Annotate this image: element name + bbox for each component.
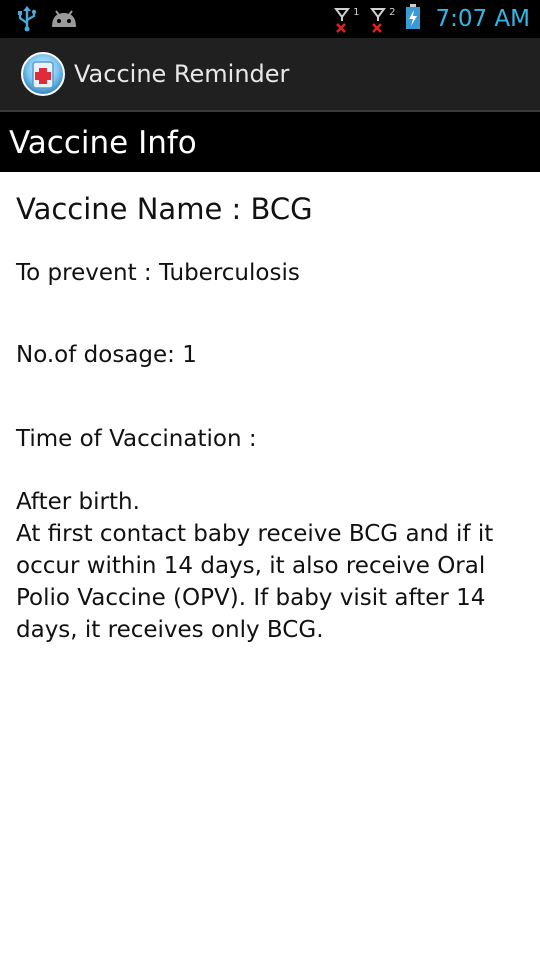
status-bar: 1 2 7:07 AM <box>0 0 540 38</box>
vaccination-time-description: After birth. At first contact baby recei… <box>16 489 494 643</box>
section-header: Vaccine Info <box>0 112 540 172</box>
vaccine-dosage: No.of dosage: 1 <box>16 342 197 368</box>
signal-sim2-no-service-icon: 2 <box>369 5 395 33</box>
section-title: Vaccine Info <box>9 125 197 161</box>
vaccination-time-label: Time of Vaccination : <box>16 426 257 452</box>
app-title: Vaccine Reminder <box>74 60 290 88</box>
status-clock: 7:07 AM <box>435 6 530 32</box>
sim1-label: 1 <box>353 7 360 18</box>
usb-icon <box>16 6 38 36</box>
vaccine-name: Vaccine Name : BCG <box>16 192 313 226</box>
sim2-label: 2 <box>389 7 396 18</box>
action-bar: Vaccine Reminder <box>0 38 540 112</box>
vaccine-app-icon[interactable] <box>20 51 66 97</box>
battery-charging-icon <box>405 4 421 34</box>
vaccine-prevents: To prevent : Tuberculosis <box>16 260 300 286</box>
status-left-icons <box>16 6 78 36</box>
signal-sim1-no-service-icon: 1 <box>333 5 359 33</box>
status-right-icons: 1 2 7:07 AM <box>333 0 530 38</box>
android-debug-icon <box>50 7 78 35</box>
